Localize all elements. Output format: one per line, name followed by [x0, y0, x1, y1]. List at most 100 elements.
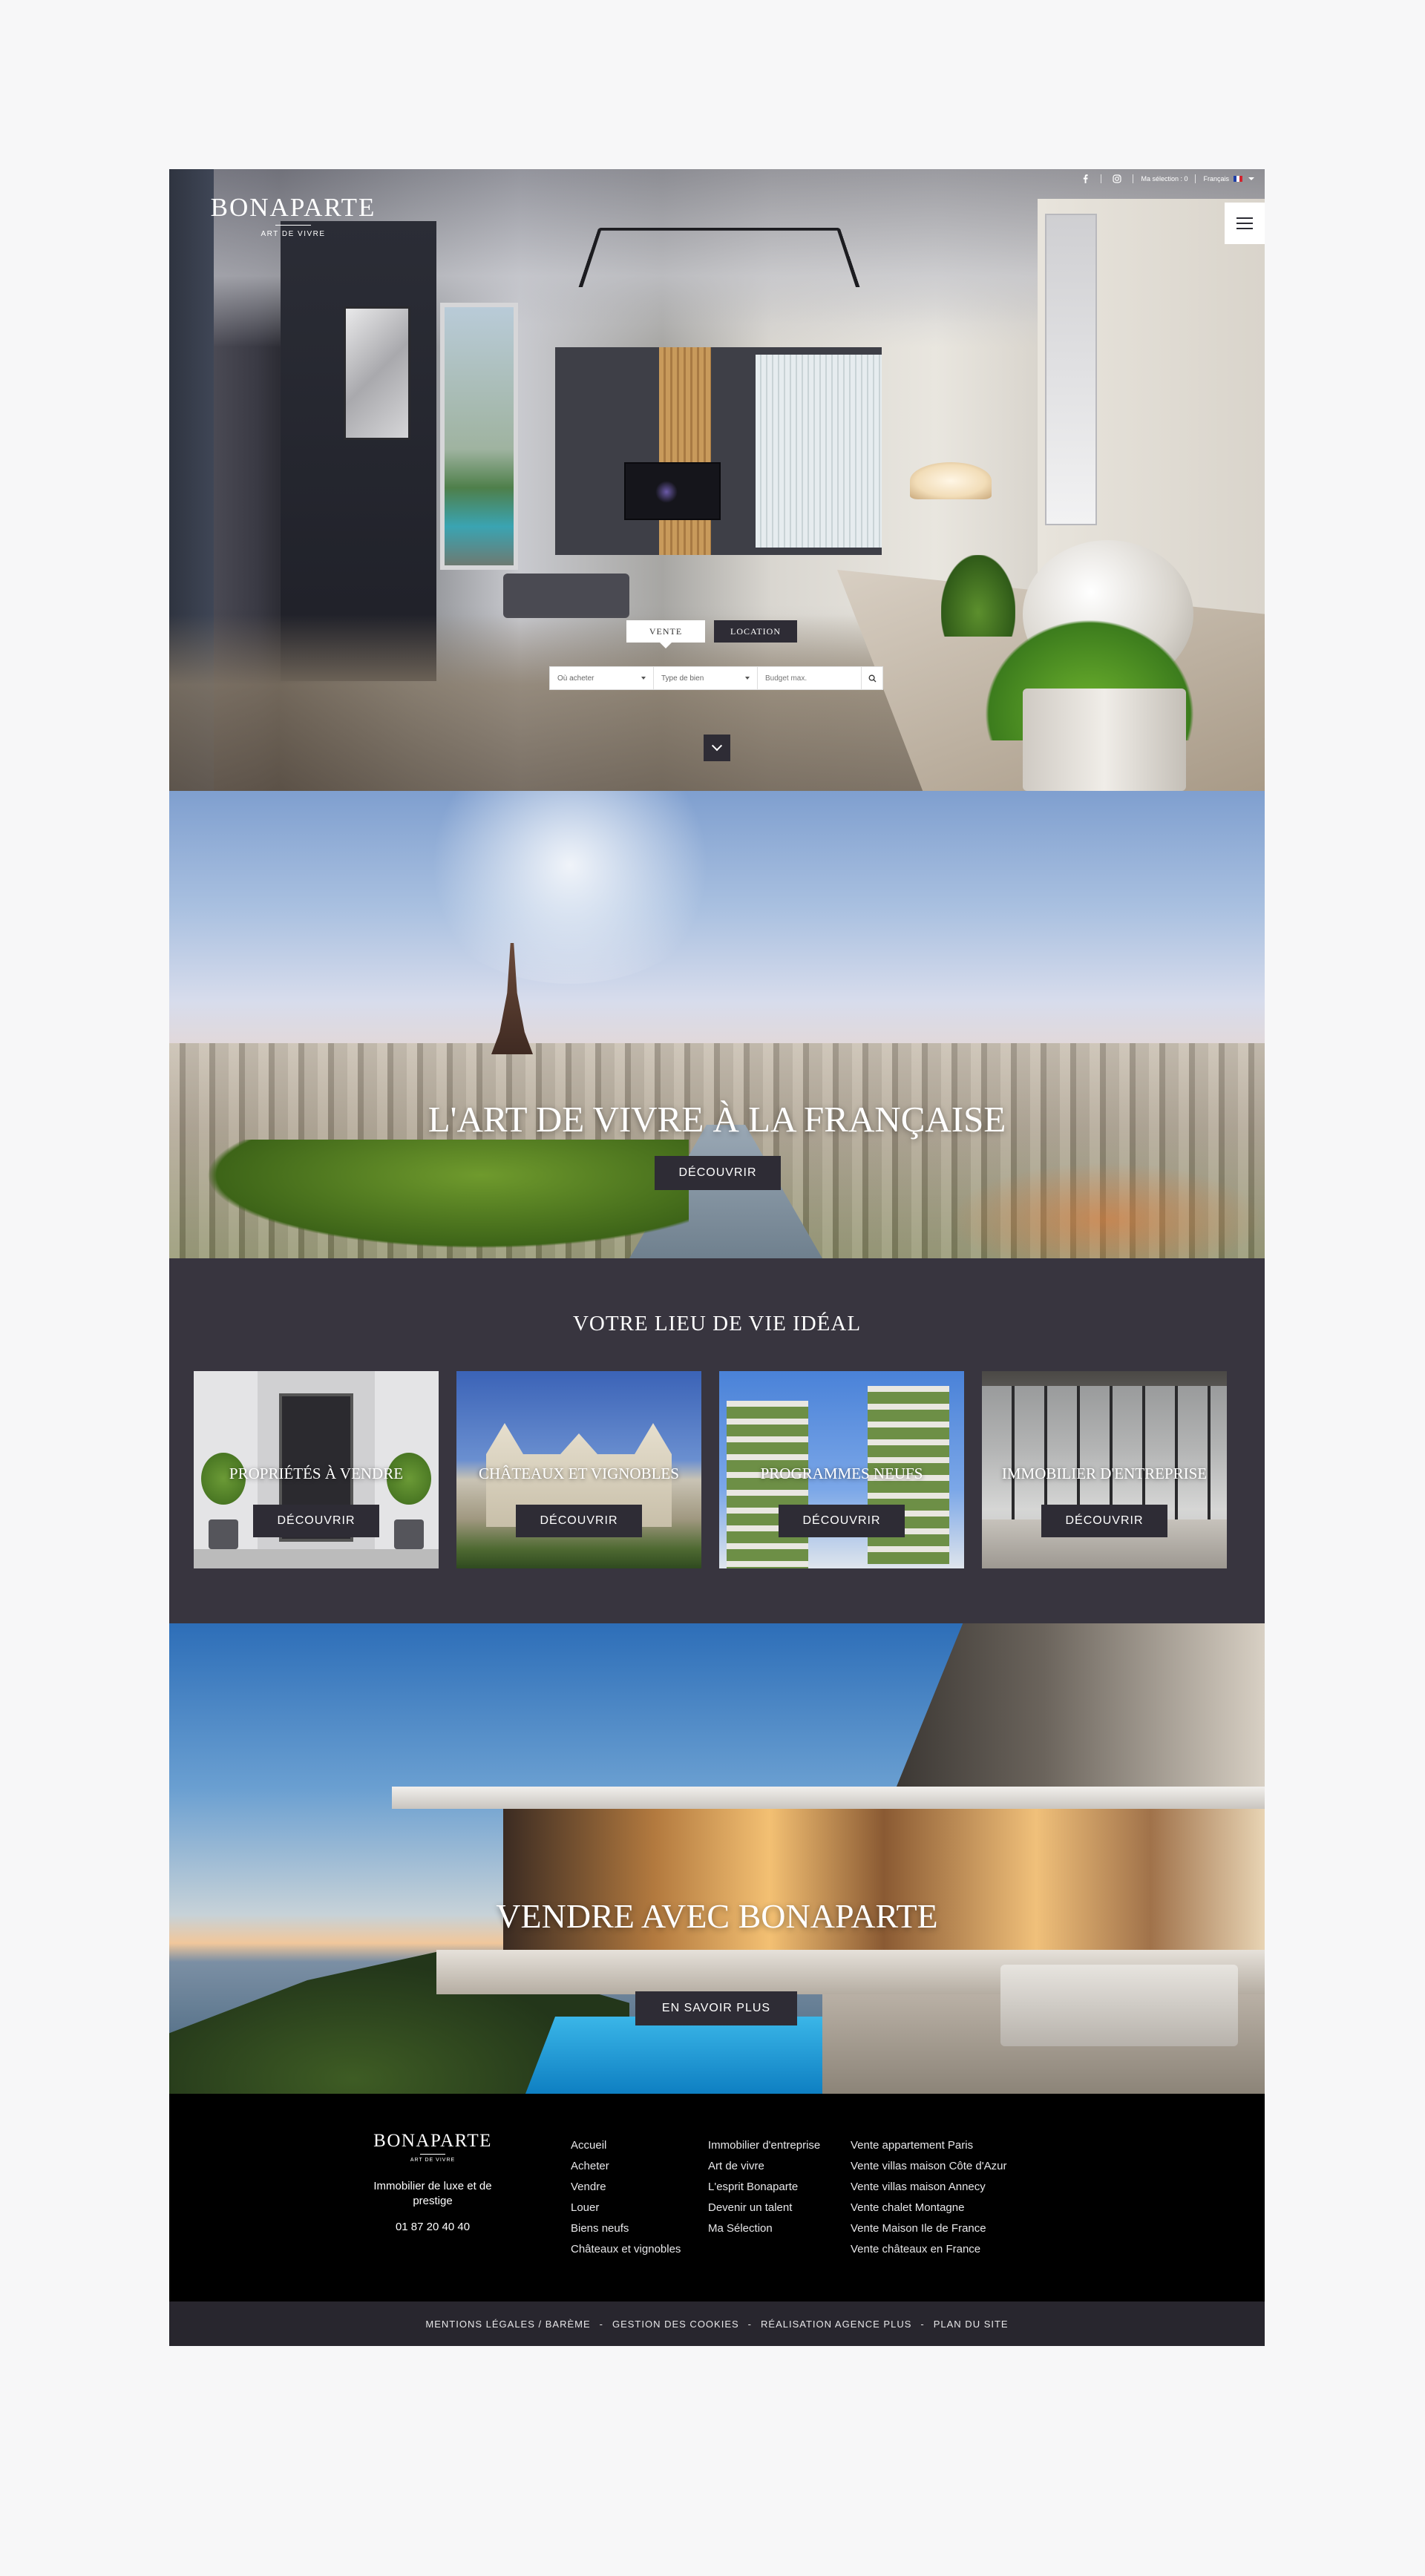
dropdown-arrow-icon	[745, 677, 750, 680]
footer-link[interactable]: Accueil	[571, 2135, 681, 2156]
hero-lamp	[910, 462, 992, 499]
tab-location[interactable]: LOCATION	[714, 620, 797, 643]
paris-sky-glow	[414, 791, 726, 984]
location-select-label: Où acheter	[557, 674, 594, 683]
hamburger-line	[1236, 217, 1253, 219]
villa-roof-slab	[392, 1787, 1265, 1809]
paris-trees	[169, 1140, 689, 1258]
scroll-down-button[interactable]	[704, 735, 730, 761]
footer-link[interactable]: Vente villas maison Annecy	[851, 2177, 1006, 2198]
sitemap-link[interactable]: PLAN DU SITE	[934, 2319, 1009, 2330]
legal-notice-link[interactable]: MENTIONS LÉGALES / BARÈME	[425, 2319, 590, 2330]
footer-links-about: Immobilier d'entreprise Art de vivre L'e…	[708, 2135, 820, 2239]
footer-link[interactable]: Acheter	[571, 2156, 681, 2177]
hero-window-left	[440, 303, 518, 570]
french-flag-icon	[1234, 176, 1242, 182]
footer-link[interactable]: Vente Maison Ile de France	[851, 2218, 1006, 2239]
footer-links-regions: Vente appartement Paris Vente villas mai…	[851, 2135, 1006, 2260]
villa-pool	[525, 2017, 822, 2094]
card-business-real-estate[interactable]: IMMOBILIER D'ENTREPRISE DÉCOUVRIR	[982, 1371, 1227, 1568]
ideal-home-section: VOTRE LIEU DE VIE IDÉAL PROPRIÉTÉS À VEN…	[169, 1258, 1265, 1623]
footer-link[interactable]: Vendre	[571, 2177, 681, 2198]
sub-footer-separator: -	[747, 2318, 753, 2330]
hamburger-line	[1236, 223, 1253, 224]
art-de-vivre-section: L'ART DE VIVRE À LA FRANÇAISE DÉCOUVRIR	[169, 791, 1265, 1258]
art-de-vivre-title: L'ART DE VIVRE À LA FRANÇAISE	[428, 1099, 1006, 1140]
footer-link[interactable]: Ma Sélection	[708, 2218, 820, 2239]
footer-link[interactable]: Vente châteaux en France	[851, 2239, 1006, 2260]
hero-artwork-right	[1045, 214, 1097, 525]
dropdown-arrow-icon	[641, 677, 646, 680]
hero-artwork-left	[344, 306, 410, 440]
card-discover-button[interactable]: DÉCOUVRIR	[253, 1505, 379, 1537]
logo-rule	[275, 225, 311, 226]
footer-logo[interactable]: BONAPARTE ART DE VIVRE Immobilier de lux…	[362, 2131, 503, 2233]
card-new-programs[interactable]: PROGRAMMES NEUFS DÉCOUVRIR	[719, 1371, 964, 1568]
caret-down-icon	[1248, 177, 1254, 180]
hamburger-icon[interactable]	[1225, 203, 1265, 244]
footer-link[interactable]: L'esprit Bonaparte	[708, 2177, 820, 2198]
footer-link[interactable]: Art de vivre	[708, 2156, 820, 2177]
page: Ma sélection : 0 Français BONAPARTE ART …	[169, 169, 1265, 2346]
hero-ceiling-light	[578, 227, 860, 288]
footer-links-main: Accueil Acheter Vendre Louer Biens neufs…	[571, 2135, 681, 2260]
villa-lounge-sofa	[1000, 1965, 1238, 2046]
card-label: CHÂTEAUX ET VIGNOBLES	[479, 1465, 679, 1482]
footer-link[interactable]: Châteaux et vignobles	[571, 2239, 681, 2260]
footer-logo-rule	[420, 2154, 445, 2155]
footer-phone[interactable]: 01 87 20 40 40	[362, 2221, 503, 2233]
hero-window-back	[756, 355, 882, 548]
footer-link[interactable]: Devenir un talent	[708, 2198, 820, 2218]
search-tabs: VENTE LOCATION	[626, 620, 797, 648]
tab-vente[interactable]: VENTE	[626, 620, 705, 648]
top-bar: Ma sélection : 0 Français	[1077, 169, 1254, 188]
footer-link[interactable]: Vente chalet Montagne	[851, 2198, 1006, 2218]
ideal-home-title: VOTRE LIEU DE VIE IDÉAL	[572, 1312, 862, 1335]
sell-section: VENDRE AVEC BONAPARTE EN SAVOIR PLUS	[169, 1623, 1265, 2094]
card-label: PROGRAMMES NEUFS	[760, 1465, 923, 1482]
card-pot	[394, 1519, 424, 1549]
property-type-select[interactable]: Type de bien	[654, 667, 758, 689]
card-office-windows	[982, 1386, 1227, 1519]
property-search-bar: Où acheter Type de bien	[549, 666, 883, 690]
card-properties-for-sale[interactable]: PROPRIÉTÉS À VENDRE DÉCOUVRIR	[194, 1371, 439, 1568]
footer-link[interactable]: Vente villas maison Côte d'Azur	[851, 2156, 1006, 2177]
card-label: PROPRIÉTÉS À VENDRE	[229, 1465, 404, 1482]
facebook-icon[interactable]	[1080, 174, 1090, 184]
sub-footer-separator: -	[920, 2318, 925, 2330]
footer-link[interactable]: Biens neufs	[571, 2218, 681, 2239]
logo-tagline: ART DE VIVRE	[261, 230, 326, 238]
hero-tv-glow	[655, 481, 678, 503]
hero-dark-wall	[281, 221, 436, 681]
agency-credit-link[interactable]: RÉALISATION AGENCE PLUS	[761, 2319, 911, 2330]
hero-wood-panel	[659, 347, 711, 555]
art-de-vivre-discover-button[interactable]: DÉCOUVRIR	[655, 1156, 781, 1190]
sell-learn-more-button[interactable]: EN SAVOIR PLUS	[635, 1991, 797, 2025]
site-logo[interactable]: BONAPARTE ART DE VIVRE	[193, 193, 393, 238]
cookies-link[interactable]: GESTION DES COOKIES	[612, 2319, 739, 2330]
hero-sofa	[503, 574, 629, 618]
card-chateaux-vineyards[interactable]: CHÂTEAUX ET VIGNOBLES DÉCOUVRIR	[456, 1371, 701, 1568]
sub-footer: MENTIONS LÉGALES / BARÈME - GESTION DES …	[169, 2301, 1265, 2346]
card-discover-button[interactable]: DÉCOUVRIR	[779, 1505, 905, 1537]
search-button[interactable]	[862, 667, 882, 689]
footer-link[interactable]: Louer	[571, 2198, 681, 2218]
card-building-image	[727, 1401, 808, 1568]
footer-link[interactable]: Immobilier d'entreprise	[708, 2135, 820, 2156]
language-selector[interactable]: Français	[1203, 175, 1254, 183]
card-label: IMMOBILIER D'ENTREPRISE	[1001, 1465, 1208, 1482]
footer-logo-name: BONAPARTE	[373, 2131, 492, 2151]
location-select[interactable]: Où acheter	[550, 667, 654, 689]
footer-link[interactable]: Vente appartement Paris	[851, 2135, 1006, 2156]
sell-title: VENDRE AVEC BONAPARTE	[496, 1897, 938, 1935]
footer-logo-tagline: ART DE VIVRE	[410, 2158, 456, 2163]
card-discover-button[interactable]: DÉCOUVRIR	[1041, 1505, 1167, 1537]
hero-planter	[1023, 689, 1186, 791]
sell-villa	[392, 1623, 1265, 2094]
budget-input[interactable]	[758, 667, 862, 689]
my-selection-link[interactable]: Ma sélection : 0	[1141, 175, 1188, 183]
instagram-icon[interactable]	[1112, 174, 1122, 184]
logo-name: BONAPARTE	[210, 193, 376, 222]
card-discover-button[interactable]: DÉCOUVRIR	[516, 1505, 642, 1537]
card-floor	[194, 1549, 439, 1568]
